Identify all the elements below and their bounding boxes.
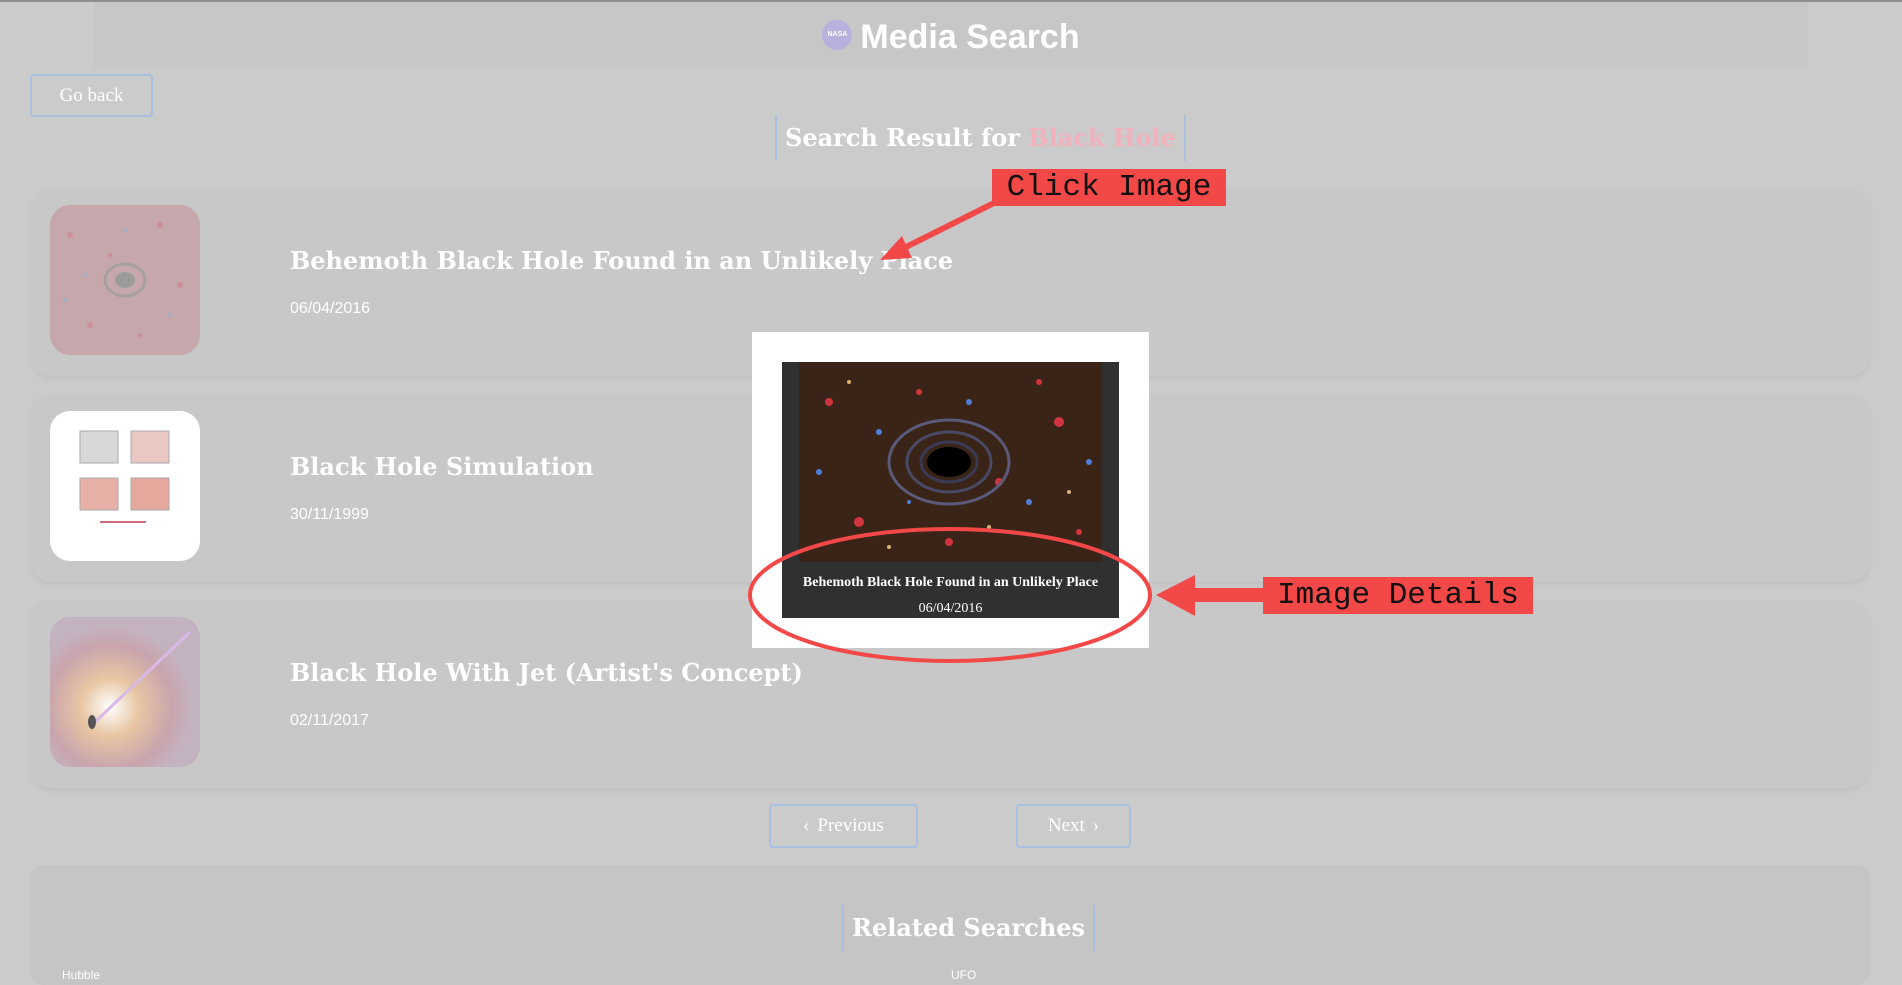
click-image-annotation: Click Image bbox=[992, 169, 1226, 206]
image-details-arrowhead bbox=[1156, 575, 1195, 616]
click-image-arrowhead bbox=[880, 236, 912, 260]
annotation-overlay bbox=[748, 199, 1266, 663]
image-details-arrow-shaft bbox=[1190, 588, 1266, 602]
image-details-ellipse bbox=[748, 527, 1152, 663]
image-details-annotation: Image Details bbox=[1263, 577, 1533, 614]
click-image-arrow bbox=[898, 199, 998, 253]
